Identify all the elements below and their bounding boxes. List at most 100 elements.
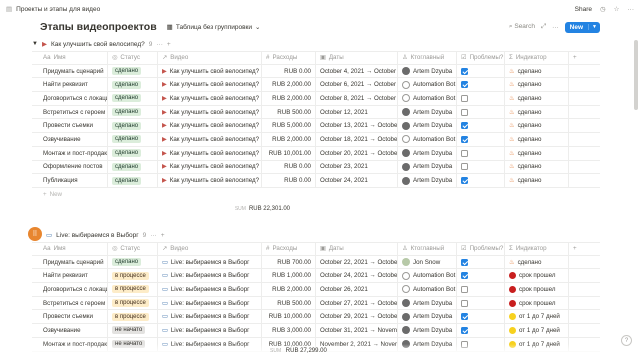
col-header-name[interactable]: Aa Имя: [32, 243, 108, 255]
cell-cost[interactable]: RUB 3,000.00: [262, 324, 316, 337]
cell-cost[interactable]: RUB 0.00: [262, 64, 316, 78]
cell-dates[interactable]: October 27, 2021 → October 28: [316, 296, 398, 310]
more-icon[interactable]: ···: [552, 24, 559, 31]
video-link[interactable]: Как улучшить свой велосипед?: [170, 163, 259, 170]
cell-cost[interactable]: RUB 0.00: [262, 160, 316, 174]
cell-status[interactable]: в процессе: [108, 296, 158, 310]
video-link[interactable]: Как улучшить свой велосипед?: [170, 177, 259, 184]
cell-indicator[interactable]: ♨ сделано: [505, 133, 569, 146]
cell-dates[interactable]: October 4, 2021 → October 5, 2: [316, 64, 398, 78]
col-header-name[interactable]: Aa Имя: [32, 52, 108, 64]
cell-owner[interactable]: Automation Bot: [398, 269, 457, 283]
cell-indicator[interactable]: ♨ сделано: [505, 78, 569, 92]
col-header-status[interactable]: ◎ Статус: [108, 52, 158, 64]
video-link[interactable]: Live: выбираемся в Выборг: [171, 300, 250, 307]
cell-problem[interactable]: [457, 78, 505, 92]
cell-indicator[interactable]: срок прошел: [505, 269, 569, 283]
problem-checkbox[interactable]: [461, 326, 468, 334]
col-header-cost[interactable]: # Расходы: [262, 243, 316, 255]
video-link[interactable]: Как улучшить свой велосипед?: [170, 68, 259, 75]
video-link[interactable]: Live: выбираемся в Выборг: [171, 259, 250, 266]
cell-status[interactable]: сделано: [108, 64, 158, 78]
share-button[interactable]: Share: [575, 6, 592, 13]
cell-video[interactable]: ▶ Как улучшить свой велосипед?: [158, 146, 262, 160]
cell-video[interactable]: ▶ Как улучшить свой велосипед?: [158, 174, 262, 187]
group-title[interactable]: Как улучшить свой велосипед?: [51, 41, 145, 48]
table-row[interactable]: Провести съемки сделано ▶ Как улучшить свой…: [32, 119, 600, 134]
table-row[interactable]: Монтаж и пост-продакшн сделано ▶Как улучши…: [32, 146, 600, 161]
cell-dates[interactable]: October 20, 2021 → October 22: [316, 146, 398, 160]
col-header-indicator[interactable]: Σ Индикатор: [505, 243, 569, 255]
table-row[interactable]: Договориться с локацией сделано ▶Как улучш…: [32, 92, 600, 106]
cell-problem[interactable]: [457, 133, 505, 146]
video-link[interactable]: Как улучшить свой велосипед?: [170, 81, 259, 88]
cell-video[interactable]: ▭Live: выбираемся в Выборг: [158, 283, 262, 296]
add-icon[interactable]: +: [167, 41, 171, 48]
cell-owner[interactable]: Artem Dzyuba: [398, 160, 457, 174]
video-link[interactable]: Как улучшить свой велосипед?: [170, 136, 259, 143]
col-header-problem[interactable]: ☑ Проблемы?: [457, 52, 505, 64]
cell-name[interactable]: Придумать сценарий: [32, 64, 108, 78]
table-row[interactable]: Найти реквизит в процессе ▭ Live: выбираемс…: [32, 269, 600, 284]
cell-dates[interactable]: October 8, 2021 → October 10,: [316, 92, 398, 105]
problem-checkbox[interactable]: [461, 272, 468, 280]
cell-status[interactable]: сделано: [108, 78, 158, 92]
group-title[interactable]: Live: выбираемся в Выборг: [56, 232, 139, 239]
cell-indicator[interactable]: ♨ сделано: [505, 146, 569, 160]
cell-indicator[interactable]: ♨ сделано: [505, 119, 569, 133]
problem-checkbox[interactable]: [461, 313, 468, 321]
cell-cost[interactable]: RUB 10,001.00: [262, 146, 316, 160]
video-link[interactable]: Как улучшить свой велосипед?: [170, 95, 259, 102]
cell-video[interactable]: ▭Live: выбираемся в Выборг: [158, 324, 262, 337]
cell-name[interactable]: Публикация: [32, 174, 108, 187]
table-row[interactable]: Встретиться с героем в процессе ▭ Live: выб…: [32, 296, 600, 311]
problem-checkbox[interactable]: [461, 81, 468, 89]
cell-problem[interactable]: [457, 296, 505, 310]
cell-indicator[interactable]: ♨ сделано: [505, 92, 569, 105]
table-row[interactable]: Найти реквизит сделано ▶ Как улучшить свой …: [32, 78, 600, 93]
cell-cost[interactable]: RUB 1,000.00: [262, 269, 316, 283]
cell-status[interactable]: сделано: [108, 133, 158, 146]
cell-name[interactable]: Найти реквизит: [32, 78, 108, 92]
cell-owner[interactable]: Artem Dzyuba: [398, 119, 457, 133]
col-header-owner[interactable]: ♙ Ктоглавный: [398, 52, 457, 64]
new-row-button[interactable]: + New: [32, 188, 600, 202]
cell-indicator[interactable]: ♨ сделано: [505, 160, 569, 174]
add-icon[interactable]: +: [161, 232, 165, 239]
video-link[interactable]: Live: выбираемся в Выборг: [171, 272, 250, 279]
new-button[interactable]: New ▼: [564, 21, 600, 33]
cell-indicator[interactable]: ♨ сделано: [505, 105, 569, 119]
table-row[interactable]: Придумать сценарий сделано ▭ Live: выбираем…: [32, 255, 600, 270]
cell-owner[interactable]: Artem Dzyuba: [398, 105, 457, 119]
col-header-indicator[interactable]: Σ Индикатор: [505, 52, 569, 64]
cell-dates[interactable]: October 23, 2021: [316, 160, 398, 174]
cell-cost[interactable]: RUB 2,000.00: [262, 283, 316, 296]
video-link[interactable]: Live: выбираемся в Выборг: [171, 327, 250, 334]
problem-checkbox[interactable]: [461, 135, 468, 143]
cell-owner[interactable]: Artem Dzyuba: [398, 296, 457, 310]
cell-problem[interactable]: [457, 269, 505, 283]
cell-indicator[interactable]: от 1 до 7 дней: [505, 310, 569, 324]
cell-problem[interactable]: [457, 64, 505, 78]
cell-video[interactable]: ▭Live: выбираемся в Выборг: [158, 255, 262, 269]
video-link[interactable]: Как улучшить свой велосипед?: [170, 122, 259, 129]
favorite-icon[interactable]: ☆: [614, 5, 620, 13]
problem-checkbox[interactable]: [461, 285, 468, 293]
cell-owner[interactable]: Automation Bot: [398, 78, 457, 92]
cell-video[interactable]: ▶ Как улучшить свой велосипед?: [158, 64, 262, 78]
cell-name[interactable]: Договориться с локацией: [32, 92, 108, 105]
table-row[interactable]: Встретиться с героем сделано ▶ Как улучшить…: [32, 105, 600, 120]
col-header-owner[interactable]: ♙ Ктоглавный: [398, 243, 457, 255]
problem-checkbox[interactable]: [461, 122, 468, 130]
cell-indicator[interactable]: срок прошел: [505, 283, 569, 296]
cell-name[interactable]: Монтаж и пост-продакшн: [32, 146, 108, 160]
cell-status[interactable]: в процессе: [108, 269, 158, 283]
view-selector[interactable]: ▦ Таблица без группировки ⌄: [167, 23, 261, 32]
problem-checkbox[interactable]: [461, 299, 468, 307]
cell-problem[interactable]: [457, 119, 505, 133]
cell-dates[interactable]: October 29, 2021 → October 30: [316, 310, 398, 324]
cell-status[interactable]: сделано: [108, 92, 158, 105]
cell-cost[interactable]: RUB 2,000.00: [262, 78, 316, 92]
more-icon[interactable]: ···: [156, 41, 163, 48]
problem-checkbox[interactable]: [461, 149, 468, 157]
